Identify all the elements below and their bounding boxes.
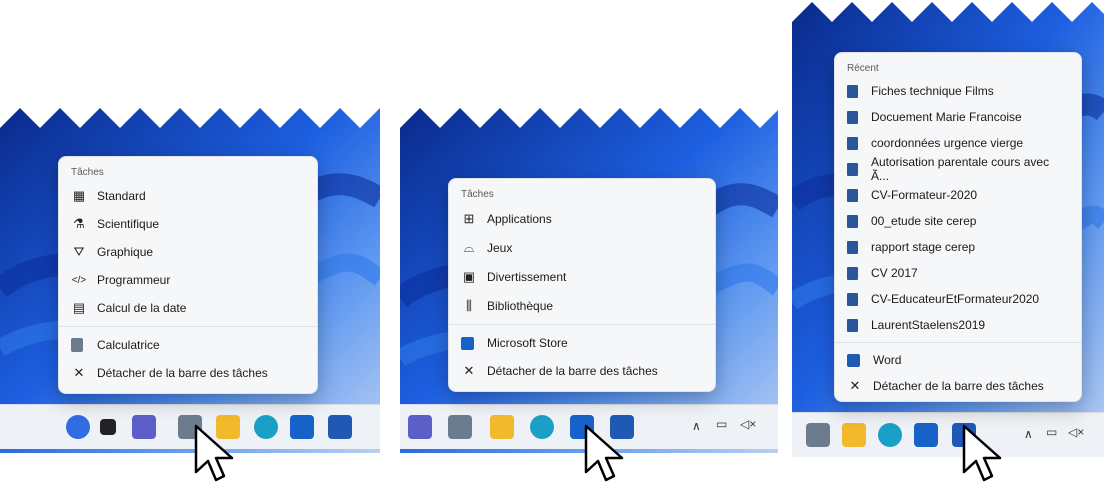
panel-word: ∧ ▭ ◁× Récent Fiches technique Films Doc…	[792, 2, 1104, 457]
menu-item-unpin[interactable]: ✕ Détacher de la barre des tâches	[59, 359, 317, 387]
menu-item-app[interactable]: Microsoft Store	[449, 329, 715, 357]
divider	[59, 326, 317, 327]
library-icon: ⫼	[466, 297, 472, 313]
edge-icon[interactable]	[254, 415, 278, 439]
calendar-icon: ▤	[72, 300, 86, 315]
store-app-icon	[461, 336, 474, 350]
taskview-icon[interactable]	[100, 419, 116, 435]
store-icon[interactable]	[290, 415, 314, 439]
volume-muted-icon[interactable]: ◁×	[1068, 425, 1084, 439]
menu-item-calcul-date[interactable]: ▤ Calcul de la date	[59, 294, 317, 322]
word-document-icon	[847, 110, 858, 124]
menu-header: Tâches	[71, 167, 104, 178]
menu-item-graphique[interactable]: ⛛ Graphique	[59, 238, 317, 266]
jump-list-calculator: Tâches ▦ Standard ⚗ Scientifique ⛛ Graph…	[58, 156, 318, 394]
edge-icon[interactable]	[530, 415, 554, 439]
clapperboard-icon: ▣	[462, 268, 476, 284]
word-document-icon	[847, 84, 858, 98]
mouse-cursor	[194, 424, 234, 482]
word-document-icon	[847, 136, 858, 150]
menu-item-scientifique[interactable]: ⚗ Scientifique	[59, 210, 317, 238]
menu-item-programmeur[interactable]: </> Programmeur	[59, 266, 317, 294]
folder-icon[interactable]	[842, 423, 866, 447]
menu-item-unpin[interactable]: ✕ Détacher de la barre des tâches	[835, 373, 1081, 399]
menu-item-standard[interactable]: ▦ Standard	[59, 182, 317, 210]
word-app-icon	[847, 353, 860, 367]
divider	[449, 324, 715, 325]
chat-icon[interactable]	[408, 415, 432, 439]
menu-item-bibliotheque[interactable]: ⫼ Bibliothèque	[449, 291, 715, 320]
recent-file-item[interactable]: CV-Formateur-2020	[835, 182, 1081, 208]
word-document-icon	[847, 292, 858, 306]
word-document-icon	[847, 318, 858, 332]
unpin-icon: ✕	[463, 363, 475, 378]
folder-icon[interactable]	[490, 415, 514, 439]
recent-file-item[interactable]: Fiches technique Films	[835, 78, 1081, 104]
panel-calculator: Tâches ▦ Standard ⚗ Scientifique ⛛ Graph…	[0, 108, 380, 453]
word-icon[interactable]	[328, 415, 352, 439]
network-icon[interactable]: ▭	[1046, 425, 1057, 439]
taskbar: ∧ ▭ ◁×	[792, 412, 1104, 457]
word-document-icon	[847, 240, 858, 254]
recent-file-item[interactable]: 00_etude site cerep	[835, 208, 1081, 234]
recent-file-item[interactable]: Docuement Marie Francoise	[835, 104, 1081, 130]
store-icon[interactable]	[914, 423, 938, 447]
taskbar	[0, 404, 380, 449]
calculator-app-icon	[71, 338, 83, 352]
volume-muted-icon[interactable]: ◁×	[740, 417, 756, 431]
menu-header: Tâches	[461, 189, 494, 200]
chat-icon[interactable]	[132, 415, 156, 439]
word-document-icon	[847, 162, 858, 176]
network-icon[interactable]: ▭	[716, 417, 727, 431]
mouse-cursor	[962, 424, 1002, 482]
gamepad-icon: ⌓	[463, 239, 475, 255]
recent-file-item[interactable]: CV 2017	[835, 260, 1081, 286]
recent-file-item[interactable]: LaurentStaelens2019	[835, 312, 1081, 338]
calculator-icon: ▦	[72, 188, 86, 203]
menu-item-applications[interactable]: ⊞ Applications	[449, 204, 715, 233]
word-document-icon	[847, 214, 858, 228]
recent-file-item[interactable]: Autorisation parentale cours avec Ã...	[835, 155, 1081, 183]
chevron-up-icon[interactable]: ∧	[1024, 427, 1033, 441]
chevron-up-icon[interactable]: ∧	[692, 419, 701, 433]
word-document-icon	[847, 188, 858, 202]
menu-item-divertissement[interactable]: ▣ Divertissement	[449, 262, 715, 291]
recent-file-item[interactable]: rapport stage cerep	[835, 234, 1081, 260]
word-document-icon	[847, 266, 858, 280]
graph-icon: ⛛	[73, 244, 85, 259]
panel-store: ∧ ▭ ◁× Tâches ⊞ Applications ⌓ Jeux ▣ Di…	[400, 108, 778, 453]
bing-icon[interactable]	[66, 415, 90, 439]
unpin-icon: ✕	[73, 365, 85, 380]
calculator-icon[interactable]	[448, 415, 472, 439]
recent-file-item[interactable]: CV-EducateurEtFormateur2020	[835, 286, 1081, 312]
mouse-cursor	[584, 424, 624, 482]
flask-icon: ⚗	[73, 216, 85, 231]
divider	[835, 342, 1081, 343]
unpin-icon: ✕	[849, 378, 861, 393]
menu-item-app[interactable]: Calculatrice	[59, 331, 317, 359]
edge-icon[interactable]	[878, 423, 902, 447]
menu-header: Récent	[847, 63, 879, 74]
recent-file-item[interactable]: coordonnées urgence vierge	[835, 130, 1081, 156]
menu-item-unpin[interactable]: ✕ Détacher de la barre des tâches	[449, 357, 715, 385]
menu-item-app[interactable]: Word	[835, 347, 1081, 373]
code-icon: </>	[71, 274, 87, 286]
apps-icon: ⊞	[463, 210, 475, 226]
jump-list-store: Tâches ⊞ Applications ⌓ Jeux ▣ Divertiss…	[448, 178, 716, 392]
jump-list-word: Récent Fiches technique Films Docuement …	[834, 52, 1082, 402]
menu-item-jeux[interactable]: ⌓ Jeux	[449, 233, 715, 262]
calculator-icon[interactable]	[806, 423, 830, 447]
